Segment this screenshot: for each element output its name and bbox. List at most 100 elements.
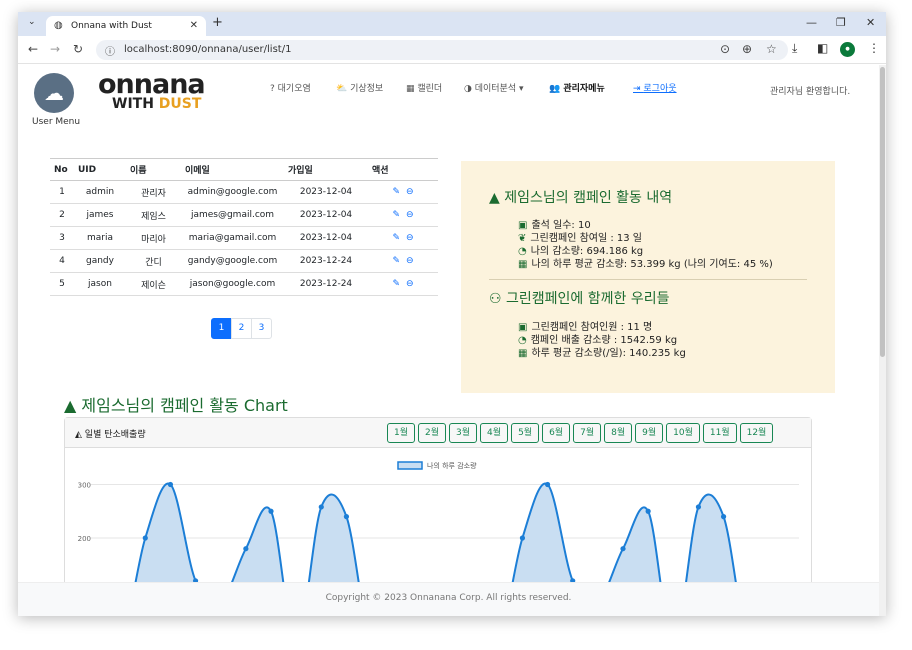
remove-user-icon[interactable]: ⊖ [406,187,414,197]
tab-title: Onnana with Dust [71,21,152,31]
cell-email: gandy@google.com [181,249,284,273]
month-button-12[interactable]: 12월 [739,423,774,443]
cell-actions: ✎ ⊖ [368,180,438,204]
download-icon[interactable]: ⤓ [792,41,797,56]
month-button-8[interactable]: 8월 [604,423,633,443]
chart-pie-icon: ◑ [464,84,475,94]
close-tab-icon[interactable]: ✕ [190,20,198,31]
zoom-icon[interactable]: ⊕ [742,42,752,56]
cell-name: 관리자 [126,180,181,204]
cell-name: 마리아 [126,226,181,250]
month-button-3[interactable]: 3월 [449,423,478,443]
cell-no: 3 [50,226,74,250]
remove-user-icon[interactable]: ⊖ [406,256,414,266]
nav-logout-label: 로그아웃 [643,84,677,94]
nav-admin-menu[interactable]: 👥 관리자메뉴 [549,81,605,94]
remove-user-icon[interactable]: ⊖ [406,279,414,289]
tree-icon: ▲ [64,396,82,415]
calendar-check-icon: ▦ [518,259,528,270]
location-icon[interactable]: ⊙ [720,42,730,56]
cell-uid: james [74,203,126,227]
browser-window: ⌄ ◍ Onnana with Dust ✕ + — ❐ ✕ ← → ↻ ⓘ l… [18,12,886,616]
month-button-10[interactable]: 10월 [666,423,700,443]
site-info-icon[interactable]: ⓘ [105,43,115,58]
month-button-6[interactable]: 6월 [542,423,571,443]
edit-user-icon[interactable]: ✎ [392,256,400,266]
cell-no: 2 [50,203,74,227]
month-button-11[interactable]: 11월 [702,423,737,443]
cell-date: 2023-12-04 [284,180,368,204]
user-table: No UID 이름 이메일 가입일 액션 1 admin 관리자 admin@g… [50,158,438,296]
remove-user-icon[interactable]: ⊖ [406,233,414,243]
nav-data-analysis[interactable]: ◑ 데이터분석 ▾ [464,81,524,94]
user-menu-label: User Menu [32,117,81,127]
nav-weather[interactable]: ⛅ 기상정보 [336,81,383,94]
side-panel-icon[interactable]: ◧ [817,41,828,55]
remove-user-icon[interactable]: ⊖ [406,210,414,220]
daily-average-text: 나의 하루 평균 감소량: 53.399 kg (나의 기여도: 45 %) [531,259,773,270]
data-point [645,508,651,514]
cell-email: jason@google.com [181,272,284,296]
cell-email: james@gmail.com [181,203,284,227]
reload-icon[interactable]: ↻ [73,42,83,56]
page-link-3[interactable]: 3 [251,318,272,339]
logo-dust: DUST [158,96,202,112]
bookmark-star-icon[interactable]: ☆ [766,42,777,56]
month-button-2[interactable]: 2월 [418,423,447,443]
data-point [268,508,274,514]
area-chart-icon: ◭ [75,430,85,440]
month-button-1[interactable]: 1월 [387,423,416,443]
page-link-1[interactable]: 1 [211,318,232,339]
table-row: 1 admin 관리자 admin@google.com 2023-12-04 … [50,180,438,204]
more-menu-icon[interactable]: ⋮ [868,41,880,55]
logo-subtitle: WITH DUST [112,96,201,112]
month-button-7[interactable]: 7월 [573,423,602,443]
edit-user-icon[interactable]: ✎ [392,187,400,197]
data-point [720,514,727,520]
cell-uid: gandy [74,249,126,273]
cell-actions: ✎ ⊖ [368,203,438,227]
edit-user-icon[interactable]: ✎ [392,210,400,220]
data-point [343,514,350,520]
edit-user-icon[interactable]: ✎ [392,233,400,243]
page-link-2[interactable]: 2 [231,318,252,339]
nav-air-pollution[interactable]: ? 대기오염 [270,81,311,94]
browser-tab[interactable]: ◍ Onnana with Dust ✕ [46,16,206,36]
campaign-daily-line: ▦ 하루 평균 감소량(/일): 140.235 kg [518,344,686,359]
logout-icon: ⇥ [633,84,644,94]
cell-date: 2023-12-24 [284,249,368,273]
cell-actions: ✎ ⊖ [368,249,438,273]
restore-icon[interactable]: ❐ [836,16,846,29]
data-point [142,535,148,541]
new-tab-icon[interactable]: + [212,15,223,30]
cell-email: admin@google.com [181,180,284,204]
month-button-5[interactable]: 5월 [511,423,540,443]
profile-avatar[interactable]: ● [840,42,855,57]
cell-actions: ✎ ⊖ [368,272,438,296]
tab-strip: ⌄ ◍ Onnana with Dust ✕ + — ❐ ✕ [18,12,886,36]
tab-search-icon[interactable]: ⌄ [28,17,36,27]
tree-icon: ▲ [489,190,505,206]
scrollbar-thumb[interactable] [880,67,885,357]
page-scrollbar[interactable] [879,65,886,616]
minimize-icon[interactable]: — [806,16,817,29]
data-point [544,481,551,488]
month-button-4[interactable]: 4월 [480,423,509,443]
edit-user-icon[interactable]: ✎ [392,279,400,289]
nav-logout[interactable]: ⇥ 로그아웃 [633,81,677,94]
close-window-icon[interactable]: ✕ [866,16,875,29]
month-button-9[interactable]: 9월 [635,423,664,443]
chart-card-label: ◭ 일별 탄소배출량 [75,427,146,440]
data-point [167,481,174,488]
col-name: 이름 [126,158,181,181]
nav-calendar[interactable]: ▦ 캘린더 [406,81,442,94]
nav-analysis-label: 데이터분석 ▾ [474,84,524,94]
cell-uid: maria [74,226,126,250]
forward-icon[interactable]: → [50,42,60,56]
cell-email: maria@gamail.com [181,226,284,250]
panel-title-mine: ▲ 제임스님의 캠페인 활동 내역 [489,187,672,207]
back-icon[interactable]: ← [28,42,38,56]
cell-actions: ✎ ⊖ [368,226,438,250]
address-bar[interactable]: ⓘ localhost:8090/onnana/user/list/1 ⊙ ⊕ … [96,40,788,60]
col-action: 액션 [368,158,438,181]
